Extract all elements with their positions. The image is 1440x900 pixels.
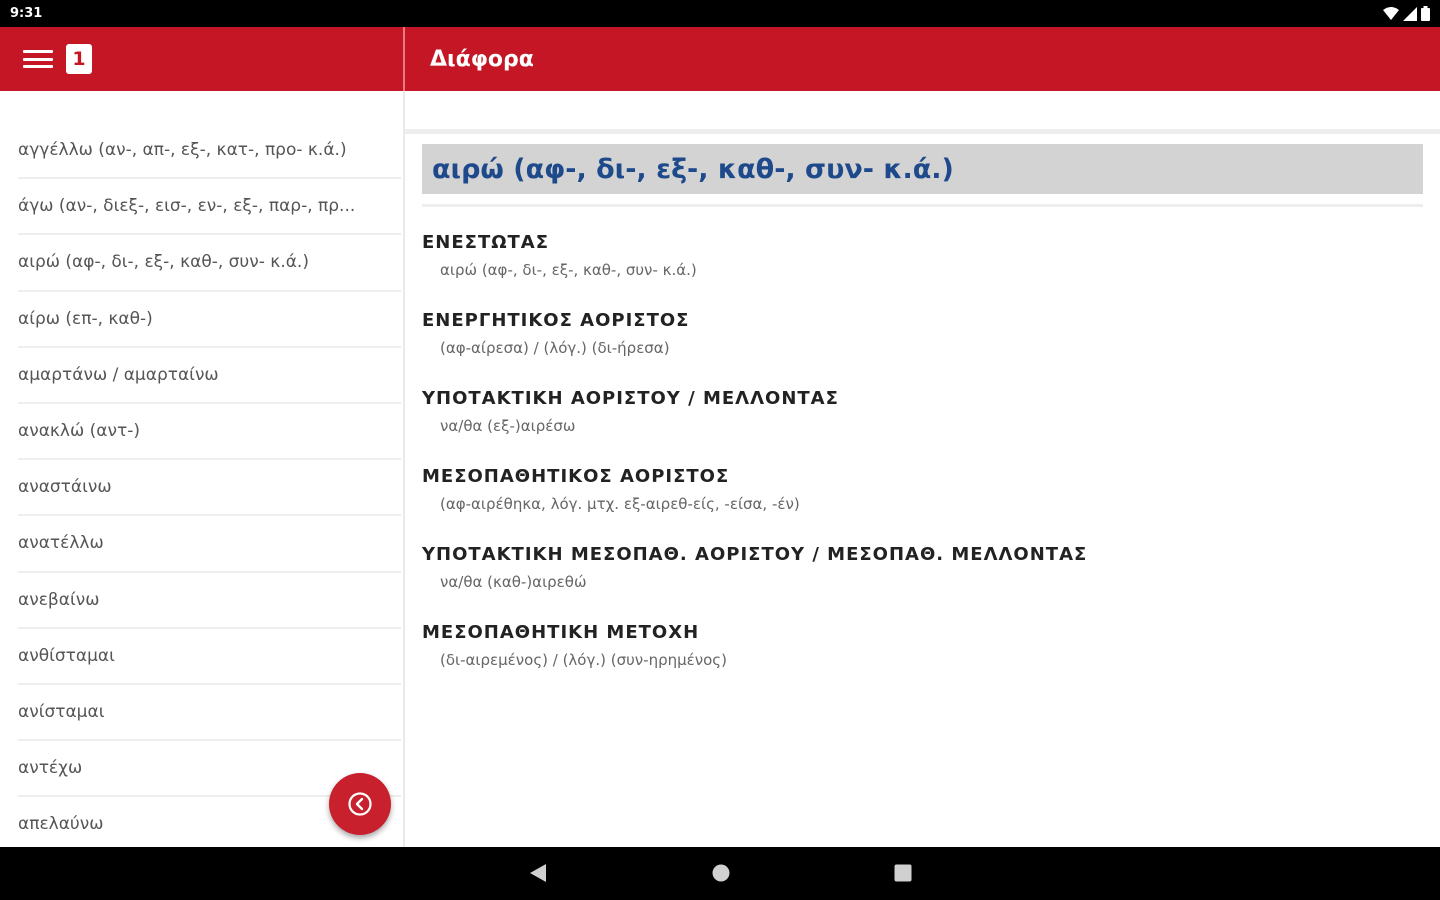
- recents-square-icon[interactable]: [893, 863, 913, 883]
- section-value: (δι-αιρεμένος) / (λόγ.) (συν-ηρημένος): [440, 651, 727, 669]
- list-item[interactable]: ανακλώ (αντ-): [18, 404, 401, 461]
- battery-icon: [1421, 6, 1430, 21]
- drawer-app-bar: 1: [0, 27, 403, 91]
- verb-header: αιρώ (αφ-, δι-, εξ-, καθ-, συν- κ.ά.): [422, 144, 1423, 194]
- back-triangle-icon[interactable]: [529, 863, 547, 883]
- header-divider: [422, 204, 1423, 207]
- section-value: αιρώ (αφ-, δι-, εξ-, καθ-, συν- κ.ά.): [440, 261, 697, 279]
- section-value: (αφ-αίρεσα) / (λόγ.) (δι-ήρεσα): [440, 339, 670, 357]
- home-circle-icon[interactable]: [711, 863, 731, 883]
- list-item[interactable]: αιρώ (αφ-, δι-, εξ-, καθ-, συν- κ.ά.): [18, 235, 401, 292]
- verb-header-text: αιρώ (αφ-, δι-, εξ-, καθ-, συν- κ.ά.): [432, 153, 954, 185]
- conjugation-section: ΜΕΣΟΠΑΘΗΤΙΚΟΣ ΑΟΡΙΣΤΟΣ (αφ-αιρέθηκα, λόγ…: [422, 463, 800, 517]
- list-item[interactable]: αίρω (επ-, καθ-): [18, 292, 401, 348]
- back-fab-button[interactable]: [329, 773, 391, 835]
- list-item[interactable]: ανατέλλω: [18, 516, 401, 573]
- list-item[interactable]: ανεβαίνω: [18, 573, 401, 629]
- badge-label: 1: [72, 48, 86, 70]
- status-icons: [1383, 6, 1430, 21]
- hamburger-menu-icon[interactable]: [22, 47, 54, 71]
- list-item[interactable]: αμαρτάνω / αμαρταίνω: [18, 348, 401, 404]
- conjugation-section: ΕΝΕΡΓΗΤΙΚΟΣ ΑΟΡΙΣΤΟΣ (αφ-αίρεσα) / (λόγ.…: [422, 307, 689, 361]
- system-nav-bar: [0, 847, 1440, 900]
- list-item[interactable]: άγω (αν-, διεξ-, εισ-, εν-, εξ-, παρ-, π…: [18, 179, 401, 236]
- list-item[interactable]: αγγέλλω (αν-, απ-, εξ-, κατ-, προ- κ.ά.): [18, 123, 401, 180]
- page-title: Διάφορα: [430, 46, 534, 72]
- conjugation-section: ΥΠΟΤΑΚΤΙΚΗ ΜΕΣΟΠΑΘ. ΑΟΡΙΣΤΟΥ / ΜΕΣΟΠΑΘ. …: [422, 541, 1087, 595]
- top-divider: [405, 129, 1440, 134]
- section-title: ΜΕΣΟΠΑΘΗΤΙΚΗ ΜΕΤΟΧΗ: [422, 622, 700, 643]
- section-title: ΜΕΣΟΠΑΘΗΤΙΚΟΣ ΑΟΡΙΣΤΟΣ: [422, 466, 730, 487]
- section-title: ΥΠΟΤΑΚΤΙΚΗ ΜΕΣΟΠΑΘ. ΑΟΡΙΣΤΟΥ / ΜΕΣΟΠΑΘ. …: [422, 544, 1088, 565]
- section-value: να/θα (εξ-)αιρέσω: [440, 417, 576, 435]
- section-title: ΕΝΕΡΓΗΤΙΚΟΣ ΑΟΡΙΣΤΟΣ: [422, 310, 690, 331]
- list-item[interactable]: ανθίσταμαι: [18, 629, 401, 685]
- signal-icon: [1403, 6, 1417, 21]
- section-value: (αφ-αιρέθηκα, λόγ. μτχ. εξ-αιρεθ-είς, -ε…: [440, 495, 800, 513]
- conjugation-section: ΥΠΟΤΑΚΤΙΚΗ ΑΟΡΙΣΤΟΥ / ΜΕΛΛΟΝΤΑΣ να/θα (ε…: [422, 385, 839, 439]
- conjugation-section: ΜΕΣΟΠΑΘΗΤΙΚΗ ΜΕΤΟΧΗ (δι-αιρεμένος) / (λό…: [422, 619, 727, 673]
- section-value: να/θα (καθ-)αιρεθώ: [440, 573, 587, 591]
- detail-app-bar: Διάφορα: [405, 27, 1440, 91]
- chevron-left-circle-icon: [348, 792, 372, 816]
- list-item[interactable]: ανίσταμαι: [18, 685, 401, 742]
- verb-list-pane[interactable]: αγγέλλω (αν-, απ-, εξ-, κατ-, προ- κ.ά.)…: [0, 91, 403, 847]
- status-time: 9:31: [10, 6, 43, 21]
- conjugation-section: ΕΝΕΣΤΩΤΑΣ αιρώ (αφ-, δι-, εξ-, καθ-, συν…: [422, 229, 697, 283]
- wifi-icon: [1383, 6, 1399, 20]
- verb-list: αγγέλλω (αν-, απ-, εξ-, κατ-, προ- κ.ά.)…: [0, 91, 403, 847]
- section-title: ΥΠΟΤΑΚΤΙΚΗ ΑΟΡΙΣΤΟΥ / ΜΕΛΛΟΝΤΑΣ: [422, 388, 839, 409]
- list-item[interactable]: αναστάινω: [18, 460, 401, 517]
- verb-detail-pane: αιρώ (αφ-, δι-, εξ-, καθ-, συν- κ.ά.) ΕΝ…: [405, 91, 1440, 847]
- section-title: ΕΝΕΣΤΩΤΑΣ: [422, 232, 550, 253]
- status-bar: 9:31: [0, 0, 1440, 27]
- book-number-badge[interactable]: 1: [66, 44, 92, 74]
